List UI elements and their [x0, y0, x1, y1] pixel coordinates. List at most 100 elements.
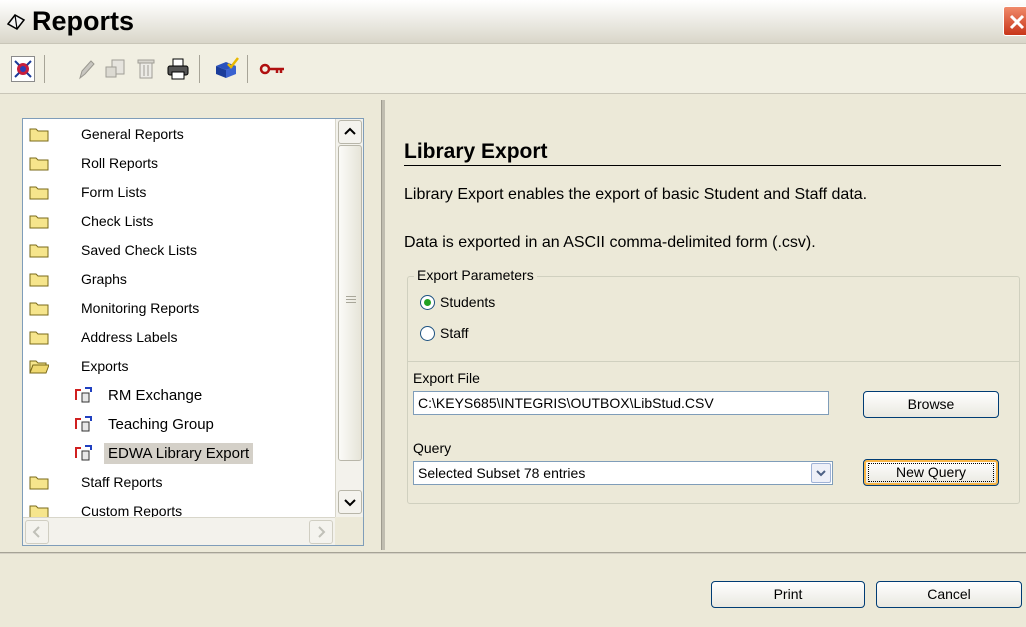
tree-item-label: Roll Reports	[81, 155, 159, 171]
tree-item-rm-exchange[interactable]: RM Exchange	[23, 381, 335, 410]
edit-button[interactable]	[74, 56, 98, 82]
description-text: Library Export enables the export of bas…	[404, 186, 868, 203]
scroll-thumb[interactable]	[338, 145, 362, 461]
chevron-left-icon	[32, 526, 40, 538]
query-select[interactable]: Selected Subset 78 entries	[413, 461, 833, 485]
tree-item-address-labels[interactable]: Address Labels	[23, 323, 335, 352]
reports-window-icon	[6, 12, 28, 32]
toolbar-separator	[199, 55, 200, 83]
delete-button[interactable]	[134, 56, 158, 82]
radio-button[interactable]	[420, 295, 435, 310]
key-button[interactable]	[257, 56, 287, 82]
print-toolbar-button[interactable]	[166, 56, 190, 82]
title-underline	[404, 165, 1001, 166]
folder-icon	[29, 215, 49, 229]
footer-separator	[0, 552, 1026, 554]
tree-item-label: Monitoring Reports	[81, 300, 200, 316]
folder-icon	[29, 244, 49, 258]
tree-item-label: Exports	[81, 358, 129, 374]
reports-app-button[interactable]	[11, 56, 35, 82]
toolbar-separator	[44, 55, 45, 83]
folder-icon	[29, 128, 49, 142]
tree-item-label: EDWA Library Export	[104, 443, 254, 464]
tree-vertical-scrollbar[interactable]	[335, 119, 363, 517]
tree-item-label: Saved Check Lists	[81, 242, 197, 258]
dropdown-button[interactable]	[811, 463, 831, 483]
reports-app-icon	[14, 60, 32, 78]
scroll-up-button[interactable]	[338, 120, 362, 144]
query-selected-value: Selected Subset 78 entries	[418, 465, 586, 481]
tree-item-label: Custom Reports	[81, 503, 183, 517]
tree-item-label: Teaching Group	[108, 416, 214, 433]
chevron-down-icon	[344, 499, 356, 507]
tree-item-exports[interactable]: Exports	[23, 352, 335, 381]
tree-item-general-reports[interactable]: General Reports	[23, 120, 335, 149]
tree-item-label: Check Lists	[81, 213, 154, 229]
cancel-button-label: Cancel	[927, 586, 971, 602]
open-document-icon	[105, 59, 125, 78]
tree-item-edwa-library-export[interactable]: EDWA Library Export	[23, 439, 335, 468]
cancel-button[interactable]: Cancel	[876, 581, 1022, 608]
scroll-right-button[interactable]	[309, 520, 333, 544]
close-button[interactable]	[1003, 6, 1026, 36]
report-tree[interactable]: General Reports Roll Reports Form Lists …	[22, 118, 364, 546]
folder-icon	[29, 505, 49, 517]
export-icon	[75, 416, 92, 432]
folder-icon	[29, 476, 49, 490]
group-divider	[408, 361, 1019, 362]
tree-item-staff-reports[interactable]: Staff Reports	[23, 468, 335, 497]
tree-item-label: Staff Reports	[81, 474, 163, 490]
folder-icon	[29, 186, 49, 200]
tree-horizontal-scrollbar[interactable]	[23, 517, 335, 545]
radio-label: Staff	[440, 325, 469, 341]
title-bar: Reports	[0, 0, 1026, 44]
export-details-panel: Library Export Library Export enables th…	[389, 116, 1026, 546]
panel-splitter[interactable]	[381, 100, 385, 550]
tree-item-monitoring-reports[interactable]: Monitoring Reports	[23, 294, 335, 323]
tree-item-roll-reports[interactable]: Roll Reports	[23, 149, 335, 178]
tree-item-label: Graphs	[81, 271, 127, 287]
new-query-button[interactable]: New Query	[863, 459, 999, 486]
key-icon	[259, 63, 284, 75]
folder-icon	[29, 157, 49, 171]
toolbar	[0, 44, 1026, 94]
close-icon	[1009, 14, 1025, 30]
tree-item-saved-check-lists[interactable]: Saved Check Lists	[23, 236, 335, 265]
print-button[interactable]: Print	[711, 581, 865, 608]
export-file-label: Export File	[413, 370, 480, 386]
tree-item-label: Address Labels	[81, 329, 178, 345]
radio-button[interactable]	[420, 326, 435, 341]
chevron-down-icon	[816, 470, 826, 477]
browse-button[interactable]: Browse	[863, 391, 999, 418]
export-parameters-group: Export Parameters Students Staff Export …	[407, 267, 1020, 504]
trash-icon	[137, 59, 155, 79]
new-query-button-label: New Query	[895, 464, 967, 480]
tree-item-graphs[interactable]: Graphs	[23, 265, 335, 294]
open-folder-icon	[29, 360, 49, 374]
checklist-icon	[216, 57, 239, 78]
radio-label: Students	[440, 294, 496, 310]
toolbar-separator	[247, 55, 248, 83]
format-description-text: Data is exported in an ASCII comma-delim…	[404, 234, 816, 251]
folder-icon	[29, 273, 49, 287]
export-icon	[75, 387, 92, 403]
open-document-button[interactable]	[103, 56, 127, 82]
tree-item-label: Form Lists	[81, 184, 147, 200]
export-file-input[interactable]	[413, 391, 829, 415]
chevron-up-icon	[344, 127, 356, 135]
tree-item-custom-reports[interactable]: Custom Reports	[23, 497, 335, 517]
tree-item-form-lists[interactable]: Form Lists	[23, 178, 335, 207]
pencil-icon	[79, 60, 95, 80]
scroll-down-button[interactable]	[338, 490, 362, 514]
tree-item-teaching-group[interactable]: Teaching Group	[23, 410, 335, 439]
page-title: Library Export	[404, 140, 548, 163]
scroll-left-button[interactable]	[25, 520, 49, 544]
export-icon	[75, 445, 92, 461]
folder-icon	[29, 302, 49, 316]
tree-item-label: RM Exchange	[108, 387, 203, 404]
browse-button-label: Browse	[907, 396, 955, 412]
chevron-right-icon	[318, 526, 326, 538]
folder-icon	[29, 331, 49, 345]
checklist-button[interactable]	[214, 56, 239, 82]
tree-item-check-lists[interactable]: Check Lists	[23, 207, 335, 236]
